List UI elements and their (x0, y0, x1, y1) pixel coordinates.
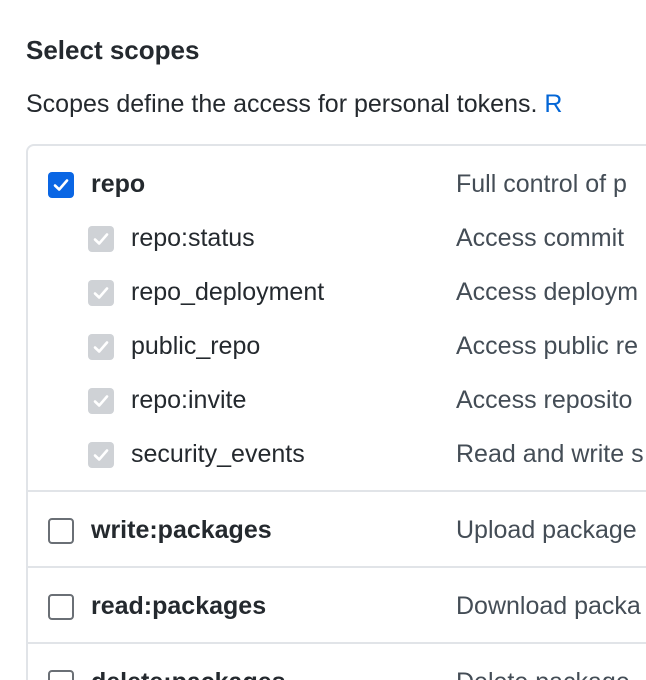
row-divider (28, 566, 646, 568)
checkmark-icon (93, 395, 109, 407)
checkmark-icon (53, 179, 69, 191)
scope-desc-write-packages: Upload package (456, 516, 637, 544)
scope-row-write-packages: write:packages Upload package (28, 510, 646, 550)
scope-checkbox-public-repo (88, 334, 114, 360)
scopes-docs-link[interactable]: R (544, 90, 562, 118)
description-text: Scopes define the access for personal to… (26, 90, 538, 118)
scopes-list: repo Full control of p repo:status Acces… (26, 144, 646, 680)
scope-name-write-packages: write:packages (91, 516, 272, 544)
scope-row-delete-packages: delete:packages Delete package (28, 662, 646, 680)
select-scopes-section: Select scopes Scopes define the access f… (0, 0, 646, 680)
scope-checkbox-repo[interactable] (48, 172, 74, 198)
scope-checkbox-repo-status (88, 226, 114, 252)
scope-checkbox-read-packages[interactable] (48, 594, 74, 620)
scope-name-public-repo: public_repo (131, 332, 261, 360)
scope-name-repo-deployment: repo_deployment (131, 278, 325, 306)
scope-desc-security-events: Read and write s (456, 440, 644, 468)
scope-desc-repo-deployment: Access deploym (456, 278, 639, 306)
section-title: Select scopes (26, 35, 200, 65)
checkmark-icon (93, 287, 109, 299)
scope-checkbox-delete-packages[interactable] (48, 670, 74, 680)
checkmark-icon (93, 449, 109, 461)
checkmark-icon (93, 341, 109, 353)
section-description: Scopes define the access for personal to… (26, 88, 562, 120)
scope-desc-delete-packages: Delete package (456, 666, 630, 680)
scope-row-repo-deployment: repo_deployment Access deploym (28, 272, 646, 312)
scope-name-repo-status: repo:status (131, 224, 255, 252)
scope-desc-read-packages: Download packa (456, 592, 641, 620)
scope-checkbox-security-events (88, 442, 114, 468)
scope-name-read-packages: read:packages (91, 592, 267, 620)
row-divider (28, 490, 646, 492)
scope-name-repo-invite: repo:invite (131, 386, 247, 414)
scope-row-security-events: security_events Read and write s (28, 434, 646, 474)
scope-row-public-repo: public_repo Access public re (28, 326, 646, 366)
row-divider (28, 642, 646, 644)
scope-checkbox-write-packages[interactable] (48, 518, 74, 544)
scope-checkbox-repo-deployment (88, 280, 114, 306)
scope-desc-repo-invite: Access reposito (456, 386, 633, 414)
scope-row-read-packages: read:packages Download packa (28, 586, 646, 626)
checkmark-icon (93, 233, 109, 245)
scope-desc-repo-status: Access commit (456, 224, 625, 252)
scope-row-repo: repo Full control of p (28, 164, 646, 204)
scope-row-repo-invite: repo:invite Access reposito (28, 380, 646, 420)
scope-desc-repo: Full control of p (456, 170, 627, 198)
scope-name-delete-packages: delete:packages (91, 666, 286, 680)
scope-name-repo: repo (91, 170, 146, 198)
scope-name-security-events: security_events (131, 440, 305, 468)
scope-row-repo-status: repo:status Access commit (28, 218, 646, 258)
scope-desc-public-repo: Access public re (456, 332, 639, 360)
scope-checkbox-repo-invite (88, 388, 114, 414)
